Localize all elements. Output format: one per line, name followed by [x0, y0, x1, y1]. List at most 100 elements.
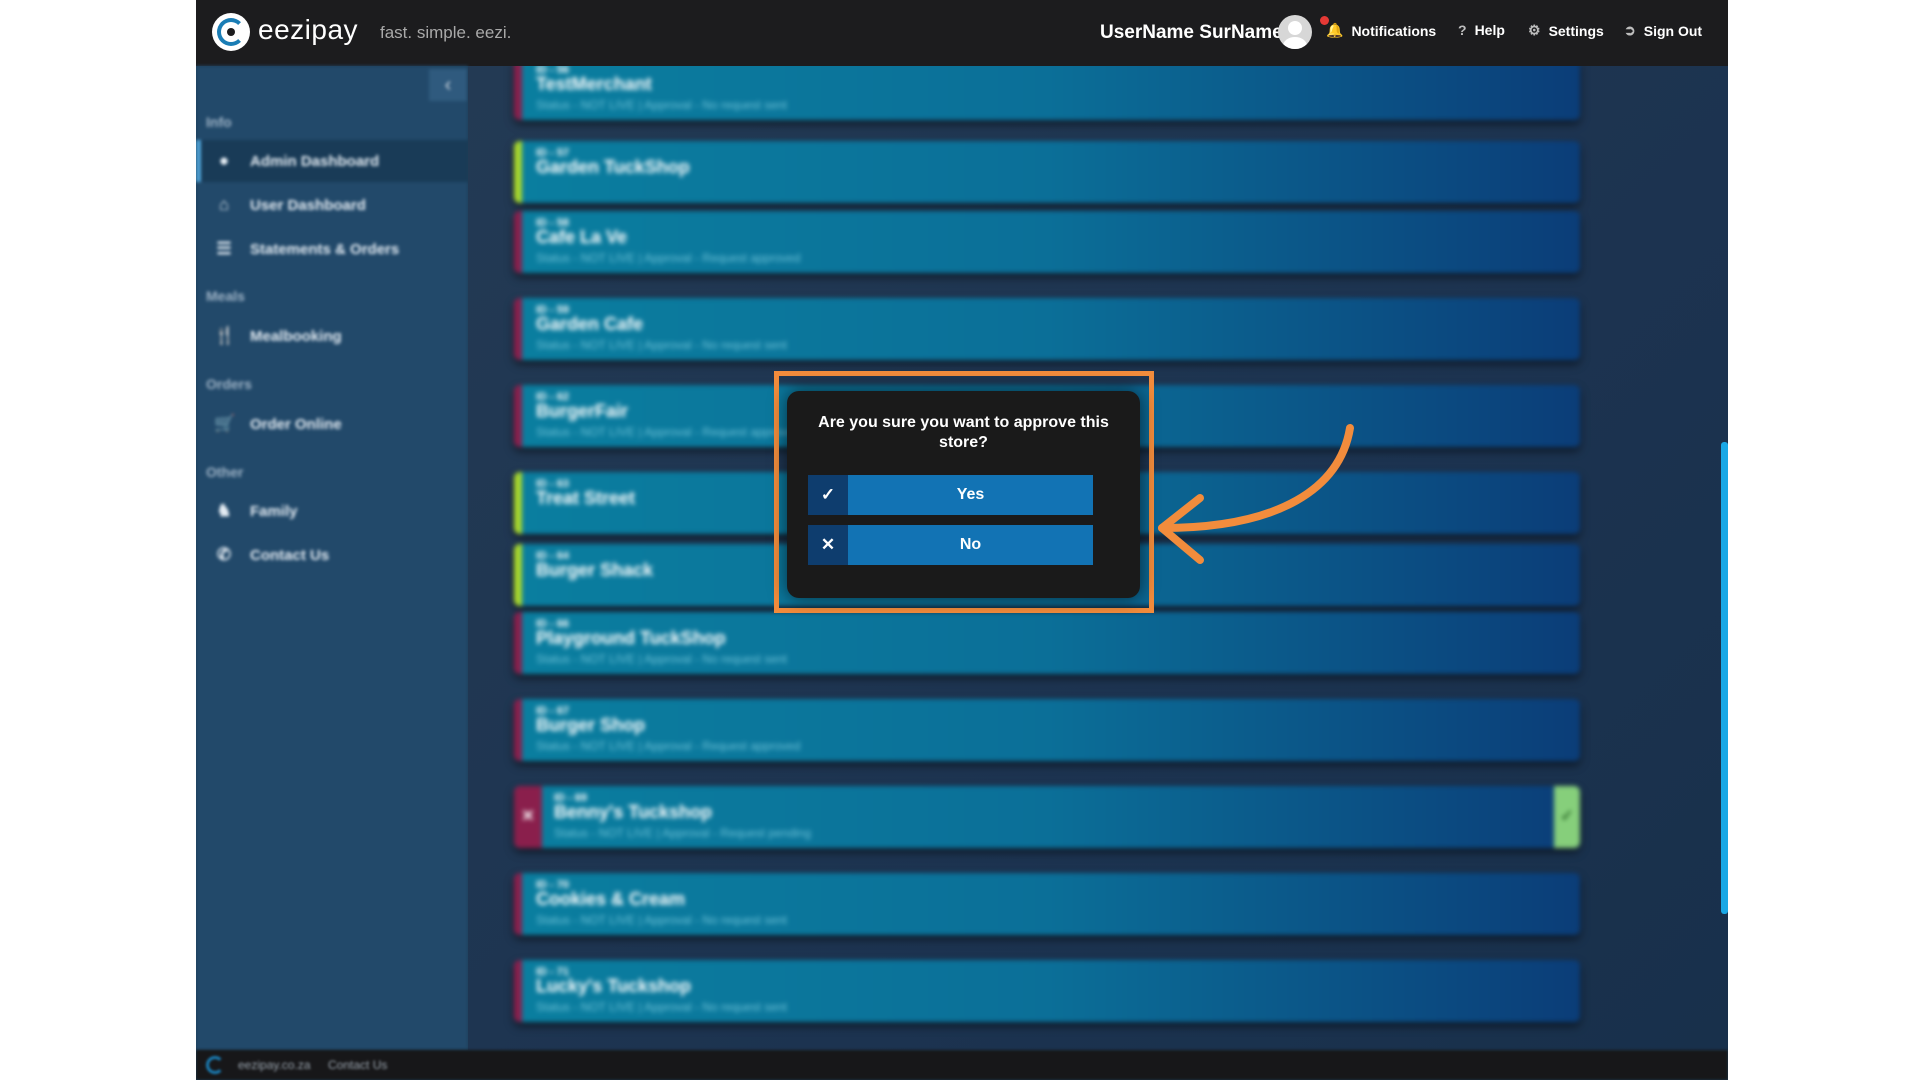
status-indicator — [514, 699, 522, 761]
status-indicator — [514, 612, 522, 674]
sidebar: ‹ Info ● Admin Dashboard ⌂ User Dashboar… — [196, 66, 468, 1050]
question-icon: ? — [1458, 22, 1467, 38]
status-indicator — [514, 873, 522, 935]
close-icon: ✕ — [808, 525, 848, 565]
sidebar-section-info: Info — [206, 114, 232, 130]
store-row[interactable]: ID - 56 TestMerchant Status - NOT LIVE | A… — [514, 66, 1580, 120]
approve-button[interactable]: ✓ — [1554, 786, 1580, 848]
family-icon: ♞ — [216, 501, 232, 520]
phone-icon: ✆ — [216, 545, 232, 564]
sign-out-link[interactable]: ➲ Sign Out — [1624, 22, 1702, 39]
sidebar-item-label: Family — [250, 502, 298, 520]
status-indicator — [514, 472, 522, 534]
sidebar-item-label: Admin Dashboard — [250, 152, 380, 170]
bell-icon: 🔔 — [1320, 16, 1343, 39]
store-name: Lucky's Tuckshop — [536, 976, 691, 996]
store-row[interactable]: ID - 67 Burger Shop Status - NOT LIVE | Ap… — [514, 699, 1580, 761]
scrollbar[interactable] — [1721, 442, 1728, 914]
store-row[interactable]: ID - 66 Playground TuckShop Status - NOT L… — [514, 612, 1580, 674]
list-icon: ☰ — [216, 239, 232, 258]
footer-contact-link[interactable]: Contact Us — [328, 1058, 387, 1072]
store-name: Garden TuckShop — [536, 157, 690, 177]
store-status: Status - NOT LIVE | Approval - Request a… — [536, 739, 801, 753]
store-name: TestMerchant — [536, 74, 652, 94]
sidebar-item-label: Contact Us — [250, 546, 330, 564]
basket-icon: 🛒 — [214, 414, 236, 433]
store-status: Status - NOT LIVE | Approval - Request p… — [554, 826, 812, 840]
store-name: Cookies & Cream — [536, 889, 686, 909]
store-name: Burger Shack — [536, 560, 654, 580]
store-status: Status - NOT LIVE | Approval - No reques… — [536, 913, 788, 927]
pointer-arrow-icon — [1158, 424, 1354, 564]
status-indicator — [514, 298, 522, 360]
store-status: Status - NOT LIVE | Approval - No reques… — [536, 652, 788, 666]
status-indicator — [514, 544, 522, 606]
store-name: Cafe La Ve — [536, 227, 628, 247]
chevron-left-icon[interactable]: ‹ — [429, 69, 467, 101]
store-row[interactable]: ID - 59 Garden Cafe Status - NOT LIVE | Ap… — [514, 298, 1580, 360]
sidebar-item-label: Order Online — [250, 415, 342, 433]
settings-link[interactable]: ⚙ Settings — [1528, 22, 1604, 39]
status-indicator — [514, 960, 522, 1022]
footer: eezipay.co.za Contact Us — [196, 1050, 1728, 1080]
logo-icon — [206, 1056, 224, 1074]
no-button[interactable]: ✕ No — [808, 525, 1093, 565]
store-name: Benny's Tuckshop — [554, 802, 712, 822]
store-name: Garden Cafe — [536, 314, 644, 334]
store-row[interactable]: ID - 58 Cafe La Ve Status - NOT LIVE | App… — [514, 211, 1580, 273]
sidebar-item-family[interactable]: ♞ Family — [196, 490, 468, 532]
dashboard-icon: ● — [218, 151, 230, 170]
reject-button[interactable]: ✕ — [514, 786, 542, 848]
status-indicator — [514, 66, 522, 120]
store-status: Status - NOT LIVE | Approval - Request a… — [536, 425, 801, 439]
sidebar-item-contact-us[interactable]: ✆ Contact Us — [196, 534, 468, 576]
sign-out-icon: ➲ — [1624, 22, 1636, 38]
sidebar-item-mealbooking[interactable]: 🍴 Mealbooking — [196, 315, 468, 357]
dialog-question: Are you sure you want to approve this st… — [818, 414, 1109, 451]
help-label: Help — [1474, 22, 1505, 38]
home-icon: ⌂ — [218, 195, 230, 214]
user-name[interactable]: UserName SurName — [1100, 22, 1283, 44]
footer-site-link[interactable]: eezipay.co.za — [238, 1058, 311, 1072]
store-name: Burger Shop — [536, 715, 646, 735]
settings-label: Settings — [1548, 22, 1604, 39]
store-status: Status - NOT LIVE | Approval - No reques… — [536, 98, 788, 112]
logo-icon[interactable] — [212, 13, 250, 51]
status-indicator — [514, 211, 522, 273]
cutlery-icon: 🍴 — [214, 326, 236, 345]
sidebar-item-admin-dashboard[interactable]: ● Admin Dashboard — [196, 140, 468, 182]
notifications-label: Notifications — [1351, 22, 1437, 39]
sidebar-section-other: Other — [206, 464, 244, 480]
yes-label: Yes — [956, 486, 985, 503]
store-name: BurgerFair — [536, 401, 629, 421]
sidebar-item-order-online[interactable]: 🛒 Order Online — [196, 403, 468, 445]
store-row[interactable]: ID - 71 Lucky's Tuckshop Status - NOT LIVE… — [514, 960, 1580, 1022]
sidebar-item-label: User Dashboard — [250, 196, 366, 214]
sidebar-section-orders: Orders — [206, 376, 252, 392]
status-indicator — [514, 141, 522, 203]
brand-name[interactable]: eezipay — [258, 14, 358, 46]
no-label: No — [959, 536, 982, 553]
store-name: Treat Street — [536, 488, 636, 508]
sidebar-item-user-dashboard[interactable]: ⌂ User Dashboard — [196, 184, 468, 226]
store-row[interactable]: ID - 70 Cookies & Cream Status - NOT LIVE … — [514, 873, 1580, 935]
gear-icon: ⚙ — [1528, 22, 1541, 38]
sidebar-section-meals: Meals — [206, 288, 245, 304]
yes-button[interactable]: ✓ Yes — [808, 475, 1093, 515]
store-row[interactable]: ID - 57 Garden TuckShop — [514, 141, 1580, 203]
status-indicator — [514, 385, 522, 447]
sign-out-label: Sign Out — [1643, 22, 1703, 39]
store-status: Status - NOT LIVE | Approval - Request a… — [536, 251, 801, 265]
store-status: Status - NOT LIVE | Approval - No reques… — [536, 1000, 788, 1014]
approve-store-dialog: Are you sure you want to approve this st… — [787, 391, 1140, 598]
store-row[interactable]: ✕ ID - 69 Benny's Tuckshop Status - NOT LIV… — [514, 786, 1580, 848]
help-link[interactable]: ? Help — [1458, 22, 1505, 38]
top-bar: eezipay fast. simple. eezi. UserName Sur… — [196, 0, 1728, 66]
notifications-link[interactable]: 🔔 Notifications — [1320, 16, 1437, 39]
sidebar-item-label: Statements & Orders — [250, 240, 400, 258]
check-icon: ✓ — [808, 475, 848, 515]
tagline: fast. simple. eezi. — [380, 23, 512, 42]
sidebar-item-label: Mealbooking — [250, 327, 342, 345]
sidebar-item-statements-orders[interactable]: ☰ Statements & Orders — [196, 228, 468, 270]
avatar[interactable] — [1278, 15, 1312, 49]
